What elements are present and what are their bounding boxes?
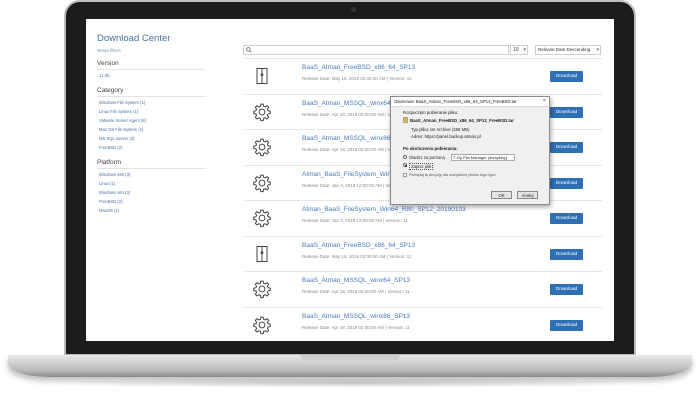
app-select-value: 7-Zip File Manager (domyślny) bbox=[453, 155, 508, 160]
page-title: Download Center bbox=[97, 33, 171, 44]
save-file-label: Zapisz plik bbox=[409, 163, 434, 170]
remember-checkbox[interactable] bbox=[403, 173, 407, 177]
download-meta: Release Date: Jan 3, 2019 12:00:00 AM | … bbox=[302, 218, 408, 223]
dialog-title: Otwieranie BaaS_Atman_FreeBSD_x86_64_SP1… bbox=[394, 99, 517, 104]
download-meta: Release Date: Apr 18, 2019 02:00:00 AM |… bbox=[302, 289, 410, 294]
webcam-icon bbox=[351, 7, 356, 12]
gear-icon bbox=[252, 102, 272, 122]
dialog-intro: Rozpoczęto pobieranie pliku: bbox=[403, 110, 459, 115]
app-select[interactable]: 7-Zip File Manager (domyślny) bbox=[451, 154, 515, 161]
download-button[interactable]: Download bbox=[550, 284, 583, 295]
download-title-link[interactable]: Atman_BaaS_FileSystem_Win64_R80_SP12_201… bbox=[302, 206, 466, 213]
download-title-link[interactable]: BaaS_Atman_FreeBSD_x86_64_SP13 bbox=[302, 64, 415, 71]
gear-icon bbox=[252, 315, 272, 335]
filter-category-item[interactable]: VMware Server Agent (8) bbox=[99, 118, 146, 123]
archive-icon bbox=[403, 117, 408, 123]
download-button[interactable]: Download bbox=[550, 319, 583, 331]
reset-filters-link[interactable]: Reset filters bbox=[97, 48, 121, 53]
remember-label: Pamiętaj tę decyzję dla wszystkich plikó… bbox=[409, 173, 496, 177]
laptop-shadow bbox=[40, 378, 660, 388]
filter-platform-item[interactable]: Windows x86 (3) bbox=[99, 172, 130, 177]
download-row: BaaS_Atman_MSSQL_winx64_SP13 Release Date… bbox=[244, 271, 602, 307]
download-meta: Release Date: Apr 18, 2019 02:00:00 AM |… bbox=[302, 324, 410, 330]
gear-icon bbox=[252, 279, 272, 299]
category-section-title: Category bbox=[97, 87, 124, 94]
download-button[interactable]: Download bbox=[550, 213, 583, 224]
laptop-base bbox=[8, 355, 692, 377]
close-icon[interactable]: × bbox=[543, 98, 546, 104]
laptop-notch bbox=[300, 355, 400, 361]
gear-icon bbox=[252, 137, 272, 157]
divider bbox=[97, 96, 205, 97]
divider bbox=[97, 69, 205, 70]
divider bbox=[97, 168, 205, 169]
download-button[interactable]: Download bbox=[550, 106, 583, 118]
cancel-button[interactable]: Anuluj bbox=[517, 191, 538, 199]
screen: Download Center Reset filters Version 11… bbox=[86, 19, 614, 341]
ok-button[interactable]: OK bbox=[491, 191, 512, 199]
dialog-question: Po ukończeniu pobierania: bbox=[403, 146, 458, 151]
download-button[interactable]: Download bbox=[550, 248, 583, 260]
filter-category-item[interactable]: FreeBSD (2) bbox=[99, 145, 123, 150]
platform-section-title: Platform bbox=[97, 159, 122, 166]
open-with-label: Otwórz za pomocą bbox=[409, 155, 445, 160]
filter-platform-item[interactable]: MacOS (1) bbox=[99, 208, 119, 213]
chevron-down-icon: ▾ bbox=[596, 47, 599, 53]
filter-platform-item[interactable]: FreeBSD (2) bbox=[99, 199, 123, 204]
download-title-link[interactable]: BaaS_Atman_MSSQL_winx86_SP13 bbox=[302, 313, 410, 320]
gear-icon bbox=[252, 208, 272, 228]
dialog-titlebar: Otwieranie BaaS_Atman_FreeBSD_x86_64_SP1… bbox=[391, 97, 549, 107]
sort-select[interactable]: Release Date Descending ▾ bbox=[535, 45, 601, 55]
filter-platform-item[interactable]: Linux (1) bbox=[99, 181, 115, 186]
file-archive-icon bbox=[252, 66, 272, 86]
download-row: Atman_BaaS_FileSystem_Win64_R80_SP12_201… bbox=[244, 200, 602, 236]
download-row: BaaS_Atman_FreeBSD_x86_64_SP13 Release Da… bbox=[244, 58, 602, 94]
filter-category-item[interactable]: Windows File System (1) bbox=[99, 100, 145, 105]
laptop-lid: Download Center Reset filters Version 11… bbox=[64, 0, 636, 356]
file-open-dialog: Otwieranie BaaS_Atman_FreeBSD_x86_64_SP1… bbox=[390, 96, 550, 205]
dialog-filename: BaaS_Atman_FreeBSD_x86_64_SP13_FreeBSD.t… bbox=[410, 118, 514, 123]
download-row: BaaS_Atman_MSSQL_winx86_SP13 Release Date… bbox=[244, 306, 602, 342]
download-title-link[interactable]: BaaS_Atman_FreeBSD_x86_64_SP13 bbox=[302, 242, 415, 249]
chevron-down-icon: ▾ bbox=[523, 47, 526, 53]
filter-version-11[interactable]: 11 (8) bbox=[99, 73, 110, 78]
per-page-value: 10 bbox=[513, 47, 519, 53]
filter-platform-item[interactable]: Windows x64 (3) bbox=[99, 190, 130, 195]
filter-category-item[interactable]: MS SQL Server (2) bbox=[99, 136, 134, 141]
sort-value: Release Date Descending bbox=[538, 47, 591, 52]
version-section-title: Version bbox=[97, 60, 119, 67]
filter-category-item[interactable]: Mac OS File System (1) bbox=[99, 127, 143, 132]
download-button[interactable]: Download bbox=[550, 142, 583, 153]
gear-icon bbox=[252, 173, 272, 193]
download-button[interactable]: Download bbox=[550, 71, 583, 82]
download-title-link[interactable]: BaaS_Atman_MSSQL_winx64_SP13 bbox=[302, 277, 410, 284]
open-with-radio[interactable] bbox=[403, 155, 407, 159]
search-icon bbox=[246, 47, 252, 53]
download-button[interactable]: Download bbox=[550, 177, 583, 189]
download-row: BaaS_Atman_FreeBSD_x86_64_SP13 Release Da… bbox=[244, 235, 602, 272]
download-meta: Release Date: May 16, 2019 02:00:00 AM |… bbox=[302, 76, 412, 81]
save-file-radio[interactable] bbox=[403, 163, 407, 167]
download-meta: Release Date: May 16, 2019 02:00:00 AM |… bbox=[302, 253, 412, 259]
dialog-file-type: Typ pliku: tar Archive (258 MB) bbox=[411, 127, 470, 132]
search-input[interactable] bbox=[243, 45, 509, 55]
per-page-select[interactable]: 10 ▾ bbox=[510, 45, 528, 55]
file-archive-icon bbox=[252, 244, 272, 264]
filter-category-item[interactable]: Linux File System (1) bbox=[99, 109, 138, 114]
dialog-address: Adres: https://panel.backup.atman.pl bbox=[411, 134, 481, 139]
sidebar: Download Center Reset filters Version 11… bbox=[86, 19, 216, 341]
